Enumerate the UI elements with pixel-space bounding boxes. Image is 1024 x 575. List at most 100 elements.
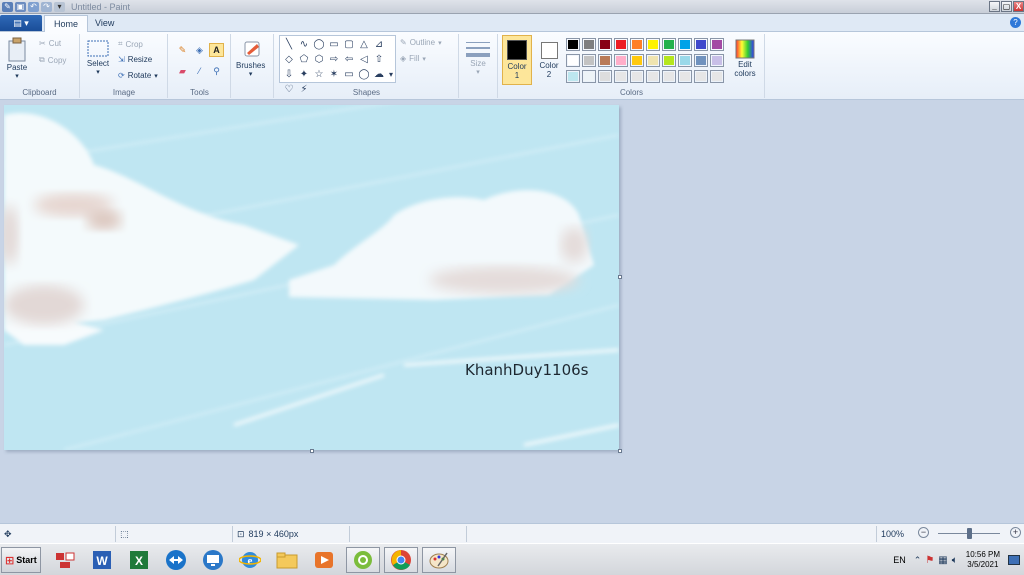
edit-colors-button[interactable]: Edit colors	[731, 38, 759, 78]
shape-option[interactable]: ⇨	[327, 53, 341, 66]
palette-swatch[interactable]	[662, 54, 676, 67]
show-desktop-icon[interactable]	[1008, 555, 1020, 565]
tab-view[interactable]: View	[86, 15, 123, 32]
palette-swatch[interactable]	[678, 38, 692, 51]
palette-swatch[interactable]	[630, 38, 644, 51]
pencil-icon[interactable]: ✎	[175, 43, 190, 57]
system-clock[interactable]: 10:56 PM 3/5/2021	[966, 550, 1000, 570]
palette-swatch[interactable]	[710, 38, 724, 51]
palette-swatch[interactable]	[646, 70, 660, 83]
close-button[interactable]: X	[1013, 1, 1024, 12]
copy-button[interactable]: ⧉ Copy	[39, 55, 66, 65]
taskbar-app-chrome[interactable]	[384, 547, 418, 573]
fill-bucket-icon[interactable]: ◈	[192, 43, 207, 57]
language-indicator[interactable]: EN	[893, 555, 906, 565]
palette-swatch[interactable]	[646, 54, 660, 67]
shape-option[interactable]: ▭	[342, 68, 356, 81]
palette-swatch[interactable]	[566, 70, 580, 83]
outline-button[interactable]: ✎ Outline ▾	[400, 38, 442, 47]
crop-button[interactable]: ⌗ Crop	[118, 39, 143, 49]
taskbar-app-network[interactable]	[48, 547, 82, 573]
palette-swatch[interactable]	[694, 70, 708, 83]
fill-button[interactable]: ◈ Fill ▾	[400, 54, 426, 63]
drawing-canvas[interactable]	[4, 105, 619, 450]
text-tool-icon[interactable]: A	[209, 43, 224, 57]
palette-swatch[interactable]	[678, 70, 692, 83]
palette-swatch[interactable]	[582, 38, 596, 51]
shape-option[interactable]: ✶	[327, 68, 341, 81]
palette-swatch[interactable]	[646, 38, 660, 51]
resize-handle-corner[interactable]	[618, 449, 622, 453]
customize-qat-icon[interactable]: ▾	[54, 1, 65, 12]
taskbar-app-paint[interactable]	[422, 547, 456, 573]
palette-swatch[interactable]	[566, 54, 580, 67]
resize-handle-bottom[interactable]	[310, 449, 314, 453]
palette-swatch[interactable]	[566, 38, 580, 51]
shape-option[interactable]: ⬠	[297, 53, 311, 66]
shape-option[interactable]: ◁	[357, 53, 371, 66]
zoom-slider-thumb[interactable]	[967, 528, 972, 539]
shape-option[interactable]: ◯	[312, 38, 326, 51]
shape-option[interactable]: ◯	[357, 68, 371, 81]
zoom-in-button[interactable]: +	[1010, 527, 1021, 538]
brushes-button[interactable]: Brushes ▾	[236, 39, 265, 78]
volume-icon[interactable]: 🔈︎	[952, 555, 958, 566]
palette-swatch[interactable]	[678, 54, 692, 67]
resize-handle-right[interactable]	[618, 275, 622, 279]
shape-option[interactable]: ▭	[327, 38, 341, 51]
shape-option[interactable]: ✦	[297, 68, 311, 81]
eraser-icon[interactable]: ▰	[175, 64, 190, 78]
restore-button[interactable]: ▢	[1001, 1, 1012, 12]
tray-arrow-icon[interactable]: ⌃	[914, 555, 922, 566]
shape-option[interactable]: ▢	[342, 38, 356, 51]
save-icon[interactable]: ▣	[15, 1, 26, 12]
rotate-button[interactable]: ⟳ Rotate ▾	[118, 71, 158, 80]
minimize-button[interactable]: _	[989, 1, 1000, 12]
taskbar-app-teamviewer[interactable]	[159, 547, 193, 573]
palette-swatch[interactable]	[582, 54, 596, 67]
start-button[interactable]: ⊞ Start	[1, 547, 41, 573]
palette-swatch[interactable]	[662, 38, 676, 51]
taskbar-app-ie[interactable]: e	[233, 547, 267, 573]
shape-option[interactable]: ⬡	[312, 53, 326, 66]
shape-option[interactable]: ⚡	[297, 83, 311, 96]
shape-option[interactable]: △	[357, 38, 371, 51]
taskbar-app-remote[interactable]	[196, 547, 230, 573]
taskbar-app-explorer[interactable]	[270, 547, 304, 573]
palette-swatch[interactable]	[662, 70, 676, 83]
taskbar-app-coccoc[interactable]	[346, 547, 380, 573]
shape-option[interactable]: ∿	[297, 38, 311, 51]
action-center-icon[interactable]: ⚑	[925, 555, 934, 566]
resize-button[interactable]: ⇲ Resize	[118, 55, 152, 64]
network-icon[interactable]: ▦	[938, 555, 947, 566]
palette-swatch[interactable]	[614, 70, 628, 83]
shape-option[interactable]: ⊿	[372, 38, 386, 51]
color1-button[interactable]: Color 1	[502, 35, 532, 85]
palette-swatch[interactable]	[710, 70, 724, 83]
size-button[interactable]: Size ▾	[465, 39, 491, 76]
palette-swatch[interactable]	[614, 38, 628, 51]
shapes-more-icon[interactable]: ▾	[384, 68, 398, 81]
palette-swatch[interactable]	[614, 54, 628, 67]
shape-option[interactable]: ⇦	[342, 53, 356, 66]
palette-swatch[interactable]	[598, 70, 612, 83]
palette-swatch[interactable]	[598, 38, 612, 51]
tab-home[interactable]: Home	[44, 15, 89, 32]
redo-icon[interactable]: ↷	[41, 1, 52, 12]
select-button[interactable]: Select ▾	[86, 39, 110, 76]
undo-icon[interactable]: ↶	[28, 1, 39, 12]
file-menu-tab[interactable]: ▤ ▾	[0, 15, 42, 31]
shape-option[interactable]: ♡	[282, 83, 296, 96]
shape-option[interactable]: ⇧	[372, 53, 386, 66]
palette-swatch[interactable]	[630, 70, 644, 83]
canvas-workspace[interactable]	[0, 101, 1024, 523]
magnifier-icon[interactable]: ⚲	[209, 64, 224, 78]
palette-swatch[interactable]	[694, 54, 708, 67]
shape-option[interactable]: ╲	[282, 38, 296, 51]
paste-button[interactable]: Paste ▾	[6, 37, 28, 80]
palette-swatch[interactable]	[694, 38, 708, 51]
color-picker-icon[interactable]: ⁄	[192, 64, 207, 78]
palette-swatch[interactable]	[630, 54, 644, 67]
taskbar-app-excel[interactable]: X	[122, 547, 156, 573]
shape-option[interactable]: ☆	[312, 68, 326, 81]
